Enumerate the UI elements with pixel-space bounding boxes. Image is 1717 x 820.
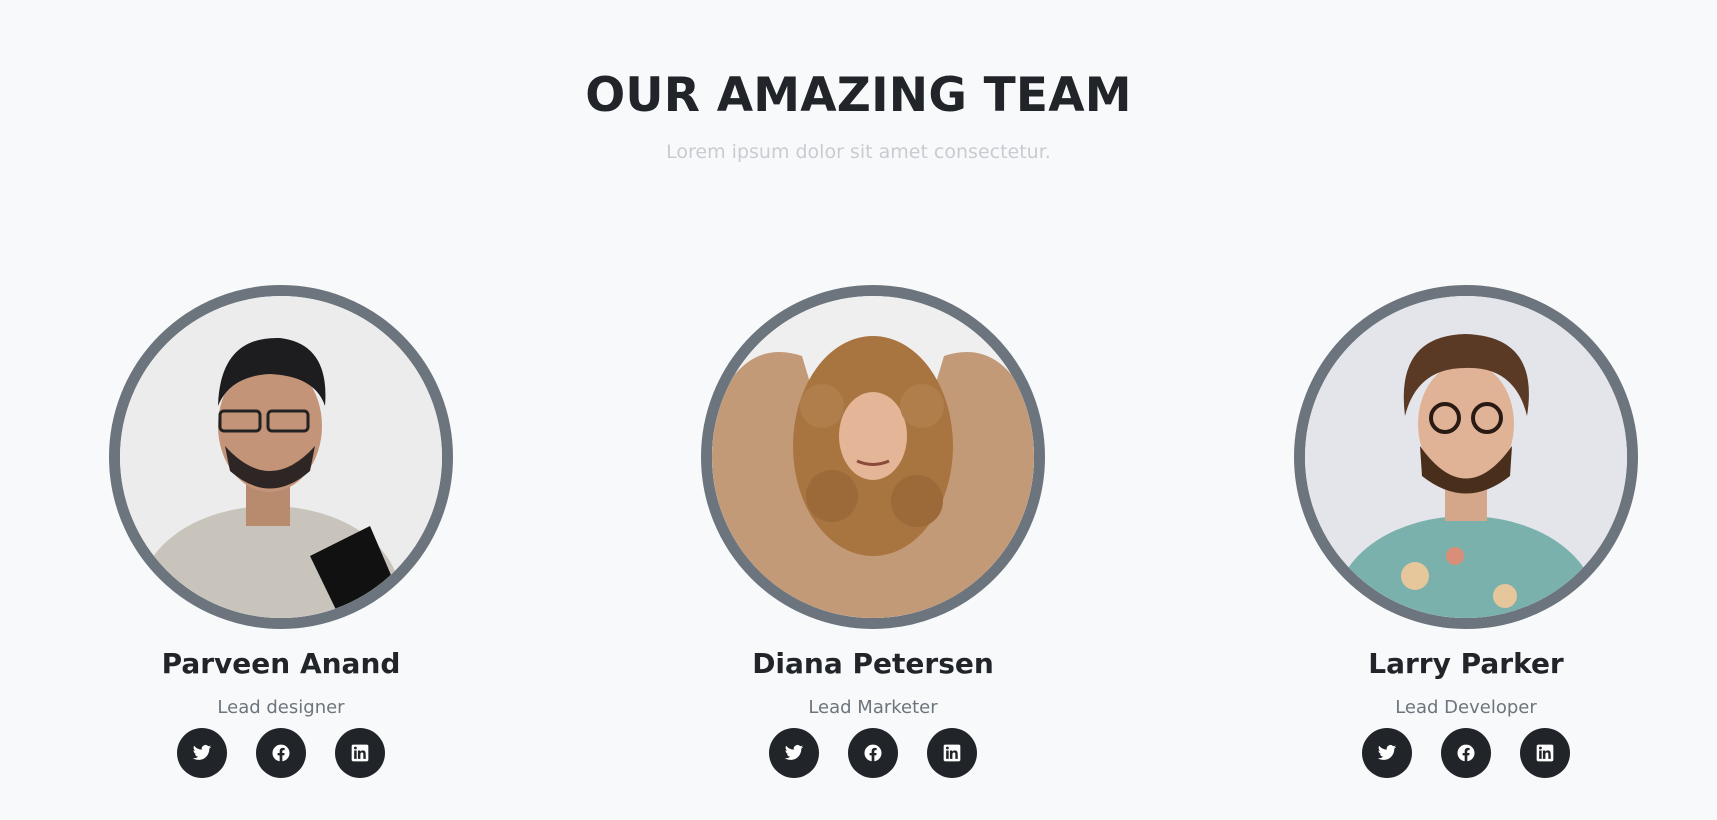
member-name: Larry Parker <box>1368 647 1564 680</box>
linkedin-icon <box>1536 744 1554 762</box>
twitter-icon <box>784 745 804 760</box>
twitter-icon <box>1377 745 1397 760</box>
twitter-button[interactable] <box>177 728 227 778</box>
member-role: Lead designer <box>217 697 345 718</box>
facebook-button[interactable] <box>1441 728 1491 778</box>
social-links <box>1266 728 1666 778</box>
member-photo <box>701 285 1045 629</box>
section-header: OUR AMAZING TEAM Lorem ipsum dolor sit a… <box>0 66 1717 164</box>
member-photo <box>1294 285 1638 629</box>
section-subtitle: Lorem ipsum dolor sit amet consectetur. <box>666 141 1051 163</box>
facebook-button[interactable] <box>256 728 306 778</box>
team-member-card: Diana Petersen Lead Marketer <box>673 285 1073 778</box>
twitter-icon <box>192 745 212 760</box>
linkedin-icon <box>943 744 961 762</box>
member-role: Lead Developer <box>1395 697 1537 718</box>
member-name: Diana Petersen <box>752 647 994 680</box>
facebook-button[interactable] <box>848 728 898 778</box>
facebook-icon <box>864 744 882 762</box>
section-title: OUR AMAZING TEAM <box>585 68 1132 123</box>
facebook-icon <box>272 744 290 762</box>
linkedin-button[interactable] <box>927 728 977 778</box>
social-links <box>81 728 481 778</box>
linkedin-button[interactable] <box>1520 728 1570 778</box>
twitter-button[interactable] <box>1362 728 1412 778</box>
member-role: Lead Marketer <box>808 697 938 718</box>
linkedin-button[interactable] <box>335 728 385 778</box>
team-member-card: Larry Parker Lead Developer <box>1266 285 1666 778</box>
linkedin-icon <box>351 744 369 762</box>
member-photo <box>109 285 453 629</box>
twitter-button[interactable] <box>769 728 819 778</box>
facebook-icon <box>1457 744 1475 762</box>
social-links <box>673 728 1073 778</box>
member-name: Parveen Anand <box>161 647 401 680</box>
team-member-card: Parveen Anand Lead designer <box>81 285 481 778</box>
